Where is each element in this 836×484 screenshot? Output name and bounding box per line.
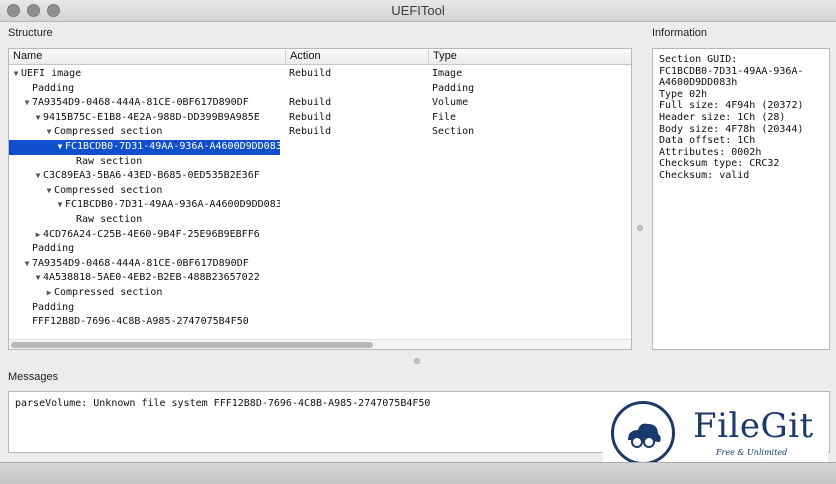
tree-row-name: ▼ FC1BCDB0-7D31-49AA-936A-A4600D9DD083 — [9, 140, 280, 155]
tree-row[interactable]: ▼ C3C89EA3-5BA6-43ED-B685-0ED535B2E36F — [9, 169, 629, 184]
tree-row[interactable]: Raw section — [9, 155, 629, 170]
tree-row[interactable]: ▶ Compressed section — [9, 286, 629, 301]
tree-row-label: Compressed section — [54, 126, 163, 138]
column-header-name[interactable]: Name — [9, 50, 285, 65]
tree-row-label: FFF12B8D-7696-4C8B-A985-2747075B4F50 — [32, 316, 249, 328]
tree-row-name: ▶ Compressed section — [9, 286, 280, 301]
tree-row[interactable]: ▼ Compressed section — [9, 184, 629, 199]
disclosure-closed-icon[interactable]: ▶ — [33, 228, 43, 243]
tree-row-name: Raw section — [9, 213, 280, 228]
information-text: Section GUID: FC1BCDB0-7D31-49AA-936A- A… — [659, 54, 804, 181]
messages-label: Messages — [8, 371, 59, 383]
horizontal-scrollbar[interactable] — [9, 339, 631, 349]
disclosure-closed-icon[interactable]: ▶ — [44, 286, 54, 301]
tree-row-name: Raw section — [9, 155, 280, 170]
tree-row-label: 9415B75C-E1B8-4E2A-988D-DD399B9A985E — [43, 111, 260, 123]
tree-row-action: Rebuild — [289, 97, 332, 109]
tree-header: Name Action Type — [9, 49, 631, 65]
disclosure-open-icon[interactable]: ▼ — [33, 111, 43, 126]
tree-row-label: 4A538818-5AE0-4EB2-B2EB-488B23657022 — [43, 272, 260, 284]
tree-row-type: File — [432, 111, 457, 123]
tree-row-type: Section — [432, 126, 475, 138]
status-bar — [0, 462, 836, 484]
tree-row-action: Rebuild — [289, 68, 332, 79]
disclosure-open-icon[interactable]: ▼ — [44, 125, 54, 140]
tree-row[interactable]: Padding — [9, 301, 629, 316]
disclosure-open-icon[interactable]: ▼ — [22, 257, 32, 272]
tree-row-name: ▼ FC1BCDB0-7D31-49AA-936A-A4600D9DD083 — [9, 198, 280, 213]
tree-row-action: Rebuild — [289, 126, 332, 138]
vertical-splitter-handle[interactable] — [637, 225, 643, 231]
tree-row[interactable]: ▼ 9415B75C-E1B8-4E2A-988D-DD399B9A985E Reb… — [9, 111, 629, 126]
tree-row-label: Compressed section — [54, 184, 163, 196]
information-panel: Section GUID: FC1BCDB0-7D31-49AA-936A- A… — [652, 48, 830, 350]
information-label: Information — [652, 27, 708, 39]
disclosure-open-icon[interactable]: ▼ — [33, 169, 43, 184]
disclosure-open-icon[interactable]: ▼ — [11, 67, 21, 82]
tree-row-name: ▼ 7A9354D9-0468-444A-81CE-0BF617D890DF — [9, 257, 280, 272]
tree-row[interactable]: Padding Padding — [9, 82, 629, 97]
tree-row-type: Image — [432, 68, 463, 79]
tree-row-name: Padding — [9, 242, 280, 257]
tree-row-name: ▼ Compressed section — [9, 125, 280, 140]
message-item[interactable]: parseVolume: Unknown file system FFF12B8… — [15, 398, 430, 409]
tree-row-name: ▼ C3C89EA3-5BA6-43ED-B685-0ED535B2E36F — [9, 169, 280, 184]
tree-row-type: Volume — [432, 97, 469, 109]
tree-row-action: Rebuild — [289, 111, 332, 123]
tree-row-label: Raw section — [76, 155, 143, 167]
tree-row-name: Padding — [9, 301, 280, 316]
tree-row[interactable]: ▼ FC1BCDB0-7D31-49AA-936A-A4600D9DD083 — [9, 140, 629, 155]
tree-row[interactable]: ▶ 4CD76A24-C25B-4E60-9B4F-25E96B9EBFF6 — [9, 228, 629, 243]
tree-row-label: 7A9354D9-0468-444A-81CE-0BF617D890DF — [32, 97, 249, 109]
tree-row-label: FC1BCDB0-7D31-49AA-936A-A4600D9DD083 — [65, 199, 280, 211]
tree-row[interactable]: FFF12B8D-7696-4C8B-A985-2747075B4F50 — [9, 315, 629, 330]
tree-row-name: Padding — [9, 82, 280, 97]
tree-row[interactable]: Raw section — [9, 213, 629, 228]
disclosure-open-icon[interactable]: ▼ — [33, 271, 43, 286]
tree-row-label: C3C89EA3-5BA6-43ED-B685-0ED535B2E36F — [43, 170, 260, 182]
tree-row-name: ▼ UEFI image — [9, 67, 280, 82]
tree-row-label: Padding — [32, 301, 75, 313]
tree-row-name: ▼ Compressed section — [9, 184, 280, 199]
horizontal-splitter-handle[interactable] — [414, 358, 420, 364]
disclosure-open-icon[interactable]: ▼ — [55, 140, 65, 155]
tree-row[interactable]: ▼ 7A9354D9-0468-444A-81CE-0BF617D890DF Reb… — [9, 96, 629, 111]
tree-row-name: FFF12B8D-7696-4C8B-A985-2747075B4F50 — [9, 315, 280, 330]
disclosure-open-icon[interactable]: ▼ — [55, 198, 65, 213]
disclosure-open-icon[interactable]: ▼ — [44, 184, 54, 199]
filegit-tagline: Free & Unlimited — [716, 448, 788, 457]
structure-tree[interactable]: Name Action Type ▼ UEFI image Rebuild Image… — [8, 48, 632, 350]
structure-label: Structure — [8, 27, 53, 39]
tree-row[interactable]: ▼ 4A538818-5AE0-4EB2-B2EB-488B23657022 — [9, 271, 629, 286]
filegit-watermark: FileGit Free & Unlimited — [603, 393, 828, 470]
tree-row-label: 7A9354D9-0468-444A-81CE-0BF617D890DF — [32, 257, 249, 269]
scrollbar-thumb[interactable] — [11, 342, 373, 348]
tree-row[interactable]: ▼ UEFI image Rebuild Image — [9, 67, 629, 82]
tree-row[interactable]: Padding — [9, 242, 629, 257]
column-header-type[interactable]: Type — [429, 50, 629, 65]
tree-row-label: Padding — [32, 243, 75, 255]
tree-row-label: FC1BCDB0-7D31-49AA-936A-A4600D9DD083 — [65, 141, 280, 152]
tree-row[interactable]: ▼ 7A9354D9-0468-444A-81CE-0BF617D890DF — [9, 257, 629, 272]
tree-row-label: Raw section — [76, 214, 143, 225]
tree-row-label: UEFI image — [21, 68, 82, 79]
disclosure-open-icon[interactable]: ▼ — [22, 96, 32, 111]
tree-row-label: Padding — [32, 82, 75, 94]
tree-row-name: ▼ 7A9354D9-0468-444A-81CE-0BF617D890DF — [9, 96, 280, 111]
tree-row[interactable]: ▼ FC1BCDB0-7D31-49AA-936A-A4600D9DD083 — [9, 198, 629, 213]
filegit-logo-icon — [611, 401, 675, 465]
filegit-brand: FileGit — [693, 406, 814, 446]
tree-row[interactable]: ▼ Compressed section Rebuild Section — [9, 125, 629, 140]
tree-row-type: Padding — [432, 82, 475, 94]
column-header-action[interactable]: Action — [286, 50, 428, 65]
title-bar: UEFITool — [0, 0, 836, 22]
tree-row-name: ▼ 9415B75C-E1B8-4E2A-988D-DD399B9A985E — [9, 111, 280, 126]
tree-row-name: ▶ 4CD76A24-C25B-4E60-9B4F-25E96B9EBFF6 — [9, 228, 280, 243]
tree-row-name: ▼ 4A538818-5AE0-4EB2-B2EB-488B23657022 — [9, 271, 280, 286]
tree-row-label: Compressed section — [54, 287, 163, 298]
tree-row-label: 4CD76A24-C25B-4E60-9B4F-25E96B9EBFF6 — [43, 228, 260, 240]
window-title: UEFITool — [391, 3, 445, 18]
